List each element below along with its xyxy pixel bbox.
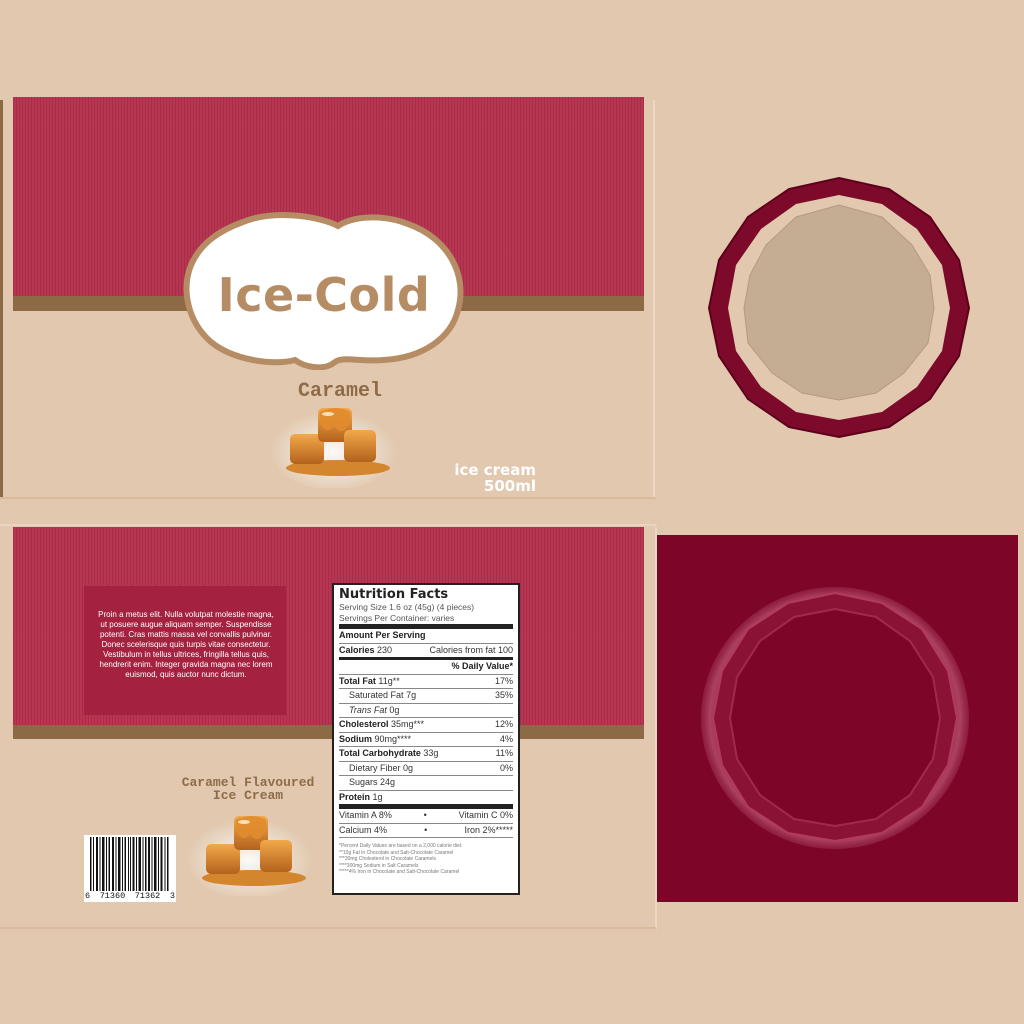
nutrient-label: Sodium xyxy=(339,733,372,744)
brand-title: Ice-Cold xyxy=(217,268,431,322)
nutrient-amount: 11g** xyxy=(378,675,400,686)
barcode-number: 6 71360 71362 3 xyxy=(84,891,176,902)
nutrient-label: Cholesterol xyxy=(339,719,389,729)
front-panel-edge xyxy=(0,100,3,498)
serving-size: Serving Size 1.6 oz (45g) (4 pieces) xyxy=(339,602,475,612)
barcode-digit-last: 3 xyxy=(169,891,175,901)
nutrient-row: Dietary Fiber 0g 0% xyxy=(339,760,513,776)
barcode-group-right: 71362 xyxy=(134,891,161,901)
vitamin-c: Vitamin C 0% xyxy=(458,810,513,820)
nutrition-title: Nutrition Facts xyxy=(339,587,449,602)
vitamin-a: Vitamin A 8% xyxy=(339,810,392,820)
calories-row: Calories 230 Calories from fat 100 xyxy=(339,642,513,658)
nutrient-row: Total Carbohydrate 33g 11% xyxy=(339,746,513,761)
calories-label: Calories xyxy=(339,644,375,655)
nutrient-dv: 11% xyxy=(495,748,513,758)
nutrient-dv: 4% xyxy=(499,733,513,744)
nutrient-label: Total Fat xyxy=(339,675,376,686)
nutrient-amount: 33g xyxy=(423,748,439,758)
amount-per-serving: Amount Per Serving xyxy=(339,624,513,643)
nutrient-amount: 35mg*** xyxy=(391,719,425,729)
nutrient-dv: 12% xyxy=(494,719,513,729)
nutrient-amount: 0g xyxy=(403,762,414,773)
nutrient-label: Dietary Fiber xyxy=(349,762,401,773)
calories-value: 230 xyxy=(377,644,393,655)
nutrient-amount: 24g xyxy=(380,777,396,787)
nutrient-row: Protein 1g xyxy=(339,789,513,805)
caramel-candy-icon xyxy=(185,814,313,896)
caramel-candy-icon xyxy=(269,406,397,488)
lid-bottom-emboss-icon xyxy=(701,587,969,849)
iron: Iron 2%***** xyxy=(464,824,513,835)
daily-value-header: % Daily Value* xyxy=(451,661,513,671)
nutrient-label: Protein xyxy=(339,791,371,802)
front-panel-fold-line xyxy=(653,100,655,499)
footnote: ***30mg Cholesterol in Chocolate Caramel… xyxy=(339,856,436,863)
daily-value-header-row: % Daily Value* xyxy=(339,657,513,674)
nutrient-amount: 90mg**** xyxy=(374,733,412,744)
back-panel-bottom-fold xyxy=(0,927,656,929)
vitamin-row: Vitamin A 8% • Vitamin C 0% xyxy=(339,804,513,823)
nutrient-row: Saturated Fat 7g 35% xyxy=(339,688,513,703)
footnote: ****300mg Sodium in Salt Caramels xyxy=(339,862,419,869)
front-panel-bottom-fold xyxy=(0,497,656,499)
servings-per-container: Servings Per Container: varies xyxy=(339,613,455,623)
footnote: *****4% Iron in Chocolate and Salt-Choco… xyxy=(339,869,460,876)
nutrient-label: Saturated Fat xyxy=(349,690,404,700)
nutrient-dv: 0% xyxy=(499,762,513,773)
nutrition-facts-label: Nutrition Facts Serving Size 1.6 oz (45g… xyxy=(332,583,520,895)
nutrient-row: Sugars 24g xyxy=(339,775,513,790)
subtitle-line-2: Ice Cream xyxy=(212,788,284,803)
nutrient-amount: 1g xyxy=(372,791,383,802)
calories-from-fat: Calories from fat 100 xyxy=(429,644,513,655)
bullet: • xyxy=(424,824,428,835)
amount-per-serving-label: Amount Per Serving xyxy=(339,630,426,640)
back-brown-band xyxy=(13,725,644,739)
bullet: • xyxy=(423,810,427,820)
nutrient-row: Trans Fat 0g xyxy=(339,702,513,718)
nutrient-amount: 7g xyxy=(406,690,417,700)
footnotes: *Percent Daily Values are based on a 2,0… xyxy=(339,837,513,876)
nutrient-dv: 35% xyxy=(494,690,513,700)
nutrient-row: Cholesterol 35mg*** 12% xyxy=(339,717,513,732)
description-text: Proin a metus elit. Nulla volutpat moles… xyxy=(98,610,274,679)
product-subtitle: Caramel Flavoured Ice Cream xyxy=(168,776,328,802)
barcode-digit-first: 6 xyxy=(85,891,91,901)
calcium: Calcium 4% xyxy=(339,824,388,835)
nutrient-label: Trans Fat xyxy=(349,704,387,715)
back-panel-top-fold xyxy=(0,524,656,526)
nutrient-row: Sodium 90mg**** 4% xyxy=(339,731,513,747)
product-type-label: ice cream xyxy=(454,461,536,479)
footnote: *Percent Daily Values are based on a 2,0… xyxy=(339,843,463,849)
lid-top-icon xyxy=(707,176,971,439)
nutrient-row: Total Fat 11g** 17% xyxy=(339,673,513,689)
nutrient-label: Sugars xyxy=(349,777,378,787)
barcode-group-left: 71360 xyxy=(99,891,126,901)
volume-label: 500ml xyxy=(483,477,536,495)
nutrient-dv: 17% xyxy=(494,675,513,686)
nutrient-amount: 0g xyxy=(389,704,400,715)
nutrient-label: Total Carbohydrate xyxy=(339,748,421,758)
mineral-row: Calcium 4% • Iron 2%***** xyxy=(339,822,513,838)
footnote: **10g Fat in Chocolate and Salt-Chocolat… xyxy=(339,849,454,856)
